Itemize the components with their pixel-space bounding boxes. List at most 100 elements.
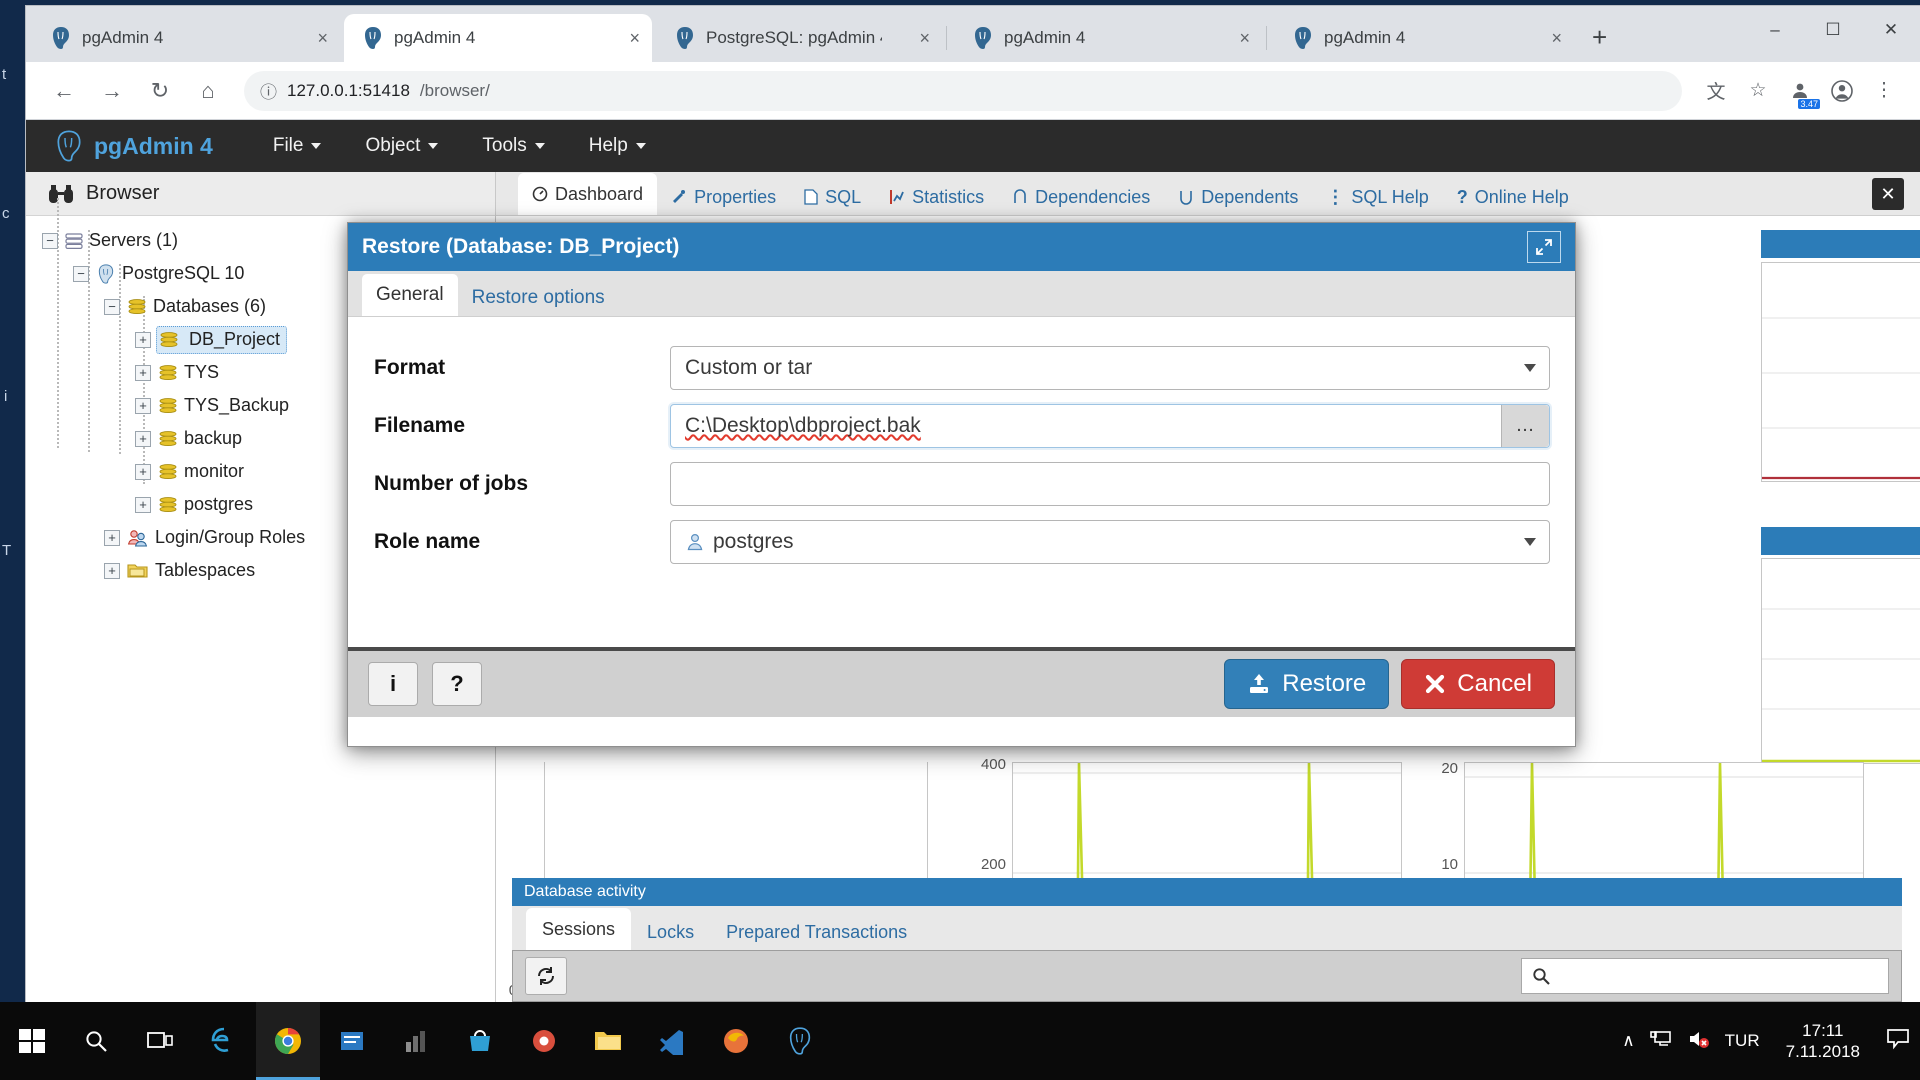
browser-tab-close-icon[interactable]: ×	[303, 28, 328, 49]
browser-tab-1[interactable]: pgAdmin 4 ×	[32, 14, 340, 62]
tree-item-label: TYS_Backup	[184, 395, 290, 415]
refresh-button[interactable]	[525, 957, 567, 995]
menu-tools[interactable]: Tools	[460, 135, 566, 157]
browser-tab-close-icon[interactable]: ×	[905, 28, 930, 49]
search-input[interactable]	[1521, 958, 1889, 994]
tab-dependents[interactable]: Dependents	[1164, 179, 1312, 215]
dependencies-icon	[1014, 189, 1026, 203]
tree-expander-icon[interactable]: +	[104, 562, 120, 579]
extension-icon[interactable]: 3.47	[1780, 71, 1820, 111]
tree-expander-icon[interactable]: +	[104, 529, 120, 546]
role-name-control: postgres	[670, 520, 1550, 564]
tree-expander-icon[interactable]: −	[73, 265, 89, 282]
chrome-menu-icon[interactable]: ⋮	[1864, 71, 1904, 111]
tab-sql-help[interactable]: ⋮ SQL Help	[1312, 179, 1442, 215]
browser-tab-3[interactable]: PostgreSQL: pgAdmin 4.1.6 ×	[656, 14, 942, 62]
start-button[interactable]	[0, 1002, 64, 1080]
browser-tab-4[interactable]: pgAdmin 4 ×	[954, 14, 1262, 62]
site-info-icon[interactable]: ⓘ	[260, 78, 277, 103]
browser-tab-2[interactable]: pgAdmin 4 ×	[344, 14, 652, 62]
database-activity-header: Database activity	[512, 878, 1902, 906]
database-activity-tabs: Sessions Locks Prepared Transactions	[512, 906, 1902, 950]
editor-icon	[341, 1032, 363, 1050]
taskbar-app-editor[interactable]	[320, 1002, 384, 1080]
tab-sessions[interactable]: Sessions	[526, 908, 632, 950]
tree-expander-icon[interactable]: −	[104, 298, 120, 315]
help-button[interactable]: ?	[432, 662, 482, 706]
filename-input[interactable]: C:\Desktop\dbproject.bak	[670, 404, 1550, 448]
notifications-icon[interactable]	[1886, 1028, 1910, 1055]
menu-object[interactable]: Object	[343, 135, 460, 157]
tab-dependencies[interactable]: Dependencies	[998, 179, 1164, 215]
taskbar-app-chrome[interactable]	[256, 1002, 320, 1080]
taskbar-app-analytics[interactable]	[384, 1002, 448, 1080]
tree-expander-icon[interactable]: +	[135, 331, 151, 348]
home-button[interactable]: ⌂	[186, 69, 230, 113]
taskbar-app-edge[interactable]	[192, 1002, 256, 1080]
tree-expander-icon[interactable]: +	[135, 397, 151, 414]
tray-expand-chevron-icon[interactable]: ∧	[1622, 1031, 1634, 1051]
tree-item-label: DB_Project	[189, 329, 281, 349]
taskbar-app-vscode[interactable]	[640, 1002, 704, 1080]
menu-file-label: File	[272, 135, 304, 156]
dialog-tab-general[interactable]: General	[362, 274, 458, 316]
profile-icon[interactable]	[1822, 71, 1862, 111]
windows-icon	[19, 1029, 45, 1053]
tab-sql[interactable]: SQL	[790, 179, 875, 215]
info-button[interactable]: i	[368, 662, 418, 706]
tree-expander-icon[interactable]: +	[135, 364, 151, 381]
close-panel-button[interactable]: ✕	[1872, 178, 1904, 210]
minimize-button[interactable]: –	[1746, 6, 1804, 54]
maximize-button[interactable]: ☐	[1804, 6, 1862, 54]
restore-button[interactable]: Restore	[1224, 659, 1390, 709]
clock[interactable]: 17:11 7.11.2018	[1774, 1020, 1872, 1063]
chevron-down-icon[interactable]	[1524, 364, 1536, 372]
taskbar-app-recorder[interactable]	[512, 1002, 576, 1080]
close-window-button[interactable]: ✕	[1862, 6, 1920, 54]
taskbar-app-pgadmin[interactable]	[768, 1002, 832, 1080]
number-of-jobs-input[interactable]	[670, 462, 1550, 506]
taskbar-app-store[interactable]	[448, 1002, 512, 1080]
browse-file-button[interactable]: …	[1501, 405, 1549, 447]
reload-button[interactable]: ↻	[138, 69, 182, 113]
user-icon	[687, 533, 703, 551]
tree-expander-icon[interactable]: −	[42, 232, 58, 249]
address-bar[interactable]: ⓘ 127.0.0.1:51418/browser/	[244, 70, 1682, 111]
tree-expander-icon[interactable]: +	[135, 463, 151, 480]
tab-locks[interactable]: Locks	[631, 914, 710, 950]
chevron-down-icon[interactable]	[1524, 538, 1536, 546]
back-button[interactable]: ←	[42, 69, 86, 113]
pgadmin-brand[interactable]: pgAdmin 4	[54, 130, 213, 162]
taskbar-app-firefox[interactable]	[704, 1002, 768, 1080]
format-select[interactable]: Custom or tar	[670, 346, 1550, 390]
tab-dashboard[interactable]: Dashboard	[518, 173, 658, 215]
dialog-tab-restore-options[interactable]: Restore options	[458, 280, 619, 316]
menu-file[interactable]: File	[251, 135, 344, 157]
tab-properties[interactable]: Properties	[657, 179, 790, 215]
tab-statistics[interactable]: Statistics	[875, 179, 998, 215]
tab-online-help[interactable]: ? Online Help	[1443, 179, 1583, 215]
translate-icon[interactable]: 文	[1696, 71, 1736, 111]
volume-muted-icon[interactable]	[1687, 1028, 1711, 1055]
tree-expander-icon[interactable]: +	[135, 430, 151, 447]
tab-prepared-transactions[interactable]: Prepared Transactions	[710, 914, 923, 950]
language-indicator[interactable]: TUR	[1725, 1031, 1760, 1051]
cancel-button[interactable]: Cancel	[1401, 659, 1555, 709]
forward-button[interactable]: →	[90, 69, 134, 113]
menu-help[interactable]: Help	[567, 135, 668, 157]
browser-tab-close-icon[interactable]: ×	[1537, 28, 1562, 49]
browser-tab-close-icon[interactable]: ×	[1225, 28, 1250, 49]
browser-tab-label: PostgreSQL: pgAdmin 4.1.6	[706, 28, 882, 47]
browser-tab-5[interactable]: pgAdmin 4 ×	[1274, 14, 1574, 62]
new-tab-button[interactable]: +	[1592, 24, 1607, 50]
task-view-button[interactable]	[128, 1002, 192, 1080]
role-name-select[interactable]: postgres	[670, 520, 1550, 564]
network-icon[interactable]	[1649, 1029, 1673, 1054]
dialog-maximize-button[interactable]	[1527, 231, 1561, 263]
browser-tab-close-icon[interactable]: ×	[615, 28, 640, 49]
taskbar-search-button[interactable]	[64, 1002, 128, 1080]
dialog-title: Restore (Database: DB_Project)	[362, 235, 680, 258]
bookmark-star-icon[interactable]: ☆	[1738, 71, 1778, 111]
taskbar-app-explorer[interactable]	[576, 1002, 640, 1080]
tree-expander-icon[interactable]: +	[135, 496, 151, 513]
